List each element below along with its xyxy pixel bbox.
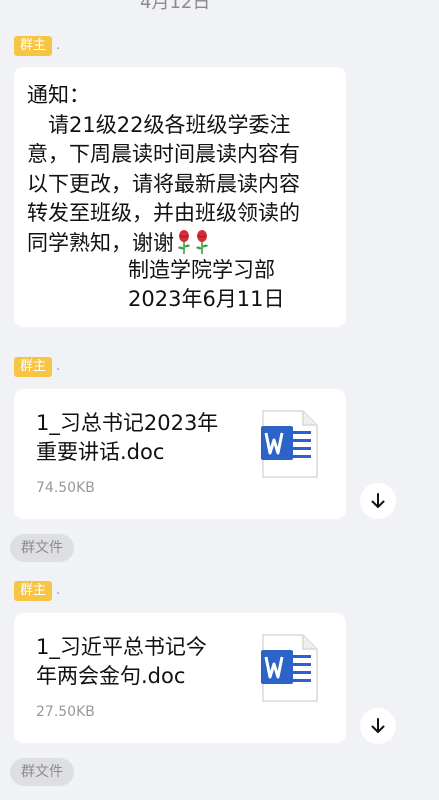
sender-row: 群主 . <box>14 357 60 377</box>
notice-signature-date: 2023年6月11日 <box>128 287 285 311</box>
rose-icon <box>196 229 208 254</box>
sender-row: 群主 . <box>14 581 60 601</box>
sender-name[interactable]: . <box>56 582 60 600</box>
word-doc-icon <box>261 410 318 478</box>
notice-title: 通知： <box>27 83 90 107</box>
notice-text: 通知： 请21级22级各班级学委注 意，下周晨读时间晨读内容有 以下更改，请将最… <box>27 81 300 258</box>
download-button[interactable] <box>360 708 396 744</box>
file-name-line: 1_习总书记2023年 <box>36 411 219 435</box>
notice-line: 转发至班级，并由班级领读的 <box>27 201 300 225</box>
file-message-card[interactable]: 1_习近平总书记今 年两会金句.doc 27.50KB <box>14 613 346 743</box>
group-file-tag[interactable]: 群文件 <box>10 758 74 786</box>
notice-line: 以下更改，请将最新晨读内容 <box>27 171 300 196</box>
group-owner-badge: 群主 <box>14 36 53 56</box>
file-name-line: 重要讲话.doc <box>36 440 165 464</box>
notice-signature-dept: 制造学院学习部 <box>128 258 275 282</box>
group-owner-badge: 群主 <box>14 581 53 601</box>
word-doc-icon <box>261 634 318 702</box>
download-button[interactable] <box>360 483 396 519</box>
previous-message-fragment: 4月12日 <box>140 0 211 13</box>
group-file-tag[interactable]: 群文件 <box>10 534 74 562</box>
notice-line: 意，下周晨读时间晨读内容有 <box>27 142 300 166</box>
download-arrow-icon <box>371 493 385 508</box>
notice-message-bubble[interactable]: 通知： 请21级22级各班级学委注 意，下周晨读时间晨读内容有 以下更改，请将最… <box>14 67 346 327</box>
group-owner-badge: 群主 <box>14 357 53 377</box>
download-arrow-icon <box>371 718 385 733</box>
rose-icon <box>178 229 190 254</box>
file-size: 74.50KB <box>36 480 95 496</box>
file-name: 1_习近平总书记今 年两会金句.doc <box>36 633 251 691</box>
file-name: 1_习总书记2023年 重要讲话.doc <box>36 409 251 467</box>
sender-name[interactable]: . <box>56 37 60 55</box>
notice-line-with-emoji: 同学熟知，谢谢 <box>27 229 300 259</box>
notice-line: 请21级22级各班级学委注 <box>27 112 291 137</box>
file-message-card[interactable]: 1_习总书记2023年 重要讲话.doc 74.50KB <box>14 389 346 519</box>
file-name-line: 年两会金句.doc <box>36 664 186 688</box>
sender-name[interactable]: . <box>56 358 60 376</box>
notice-line: 同学熟知，谢谢 <box>27 230 174 255</box>
sender-row: 群主 . <box>14 36 60 56</box>
file-size: 27.50KB <box>36 704 95 720</box>
file-name-line: 1_习近平总书记今 <box>36 635 207 659</box>
